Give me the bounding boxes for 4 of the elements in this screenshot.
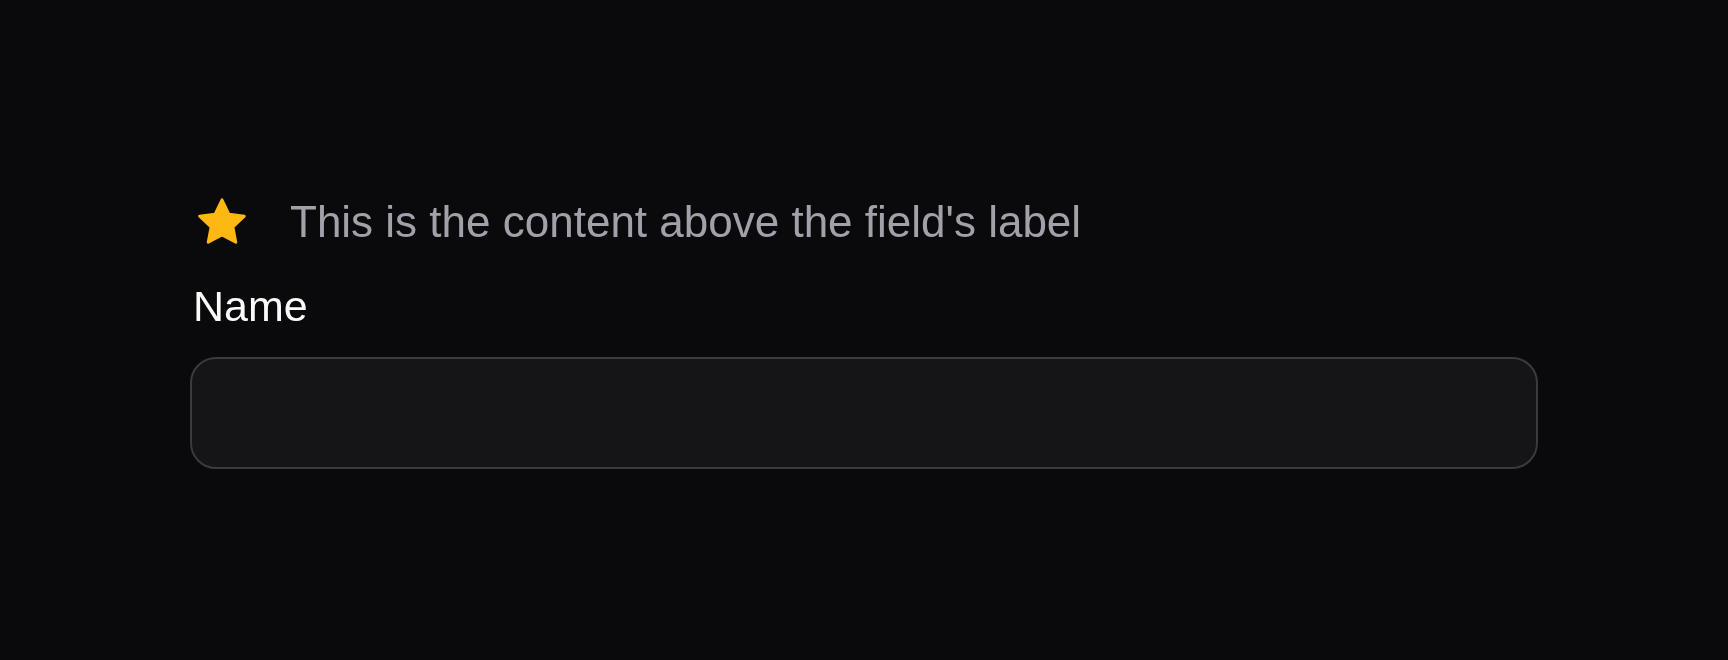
star-icon xyxy=(197,198,247,246)
input-field[interactable] xyxy=(190,357,1538,469)
helper-text: This is the content above the field's label xyxy=(290,196,1082,248)
field-label: Name xyxy=(193,281,308,332)
